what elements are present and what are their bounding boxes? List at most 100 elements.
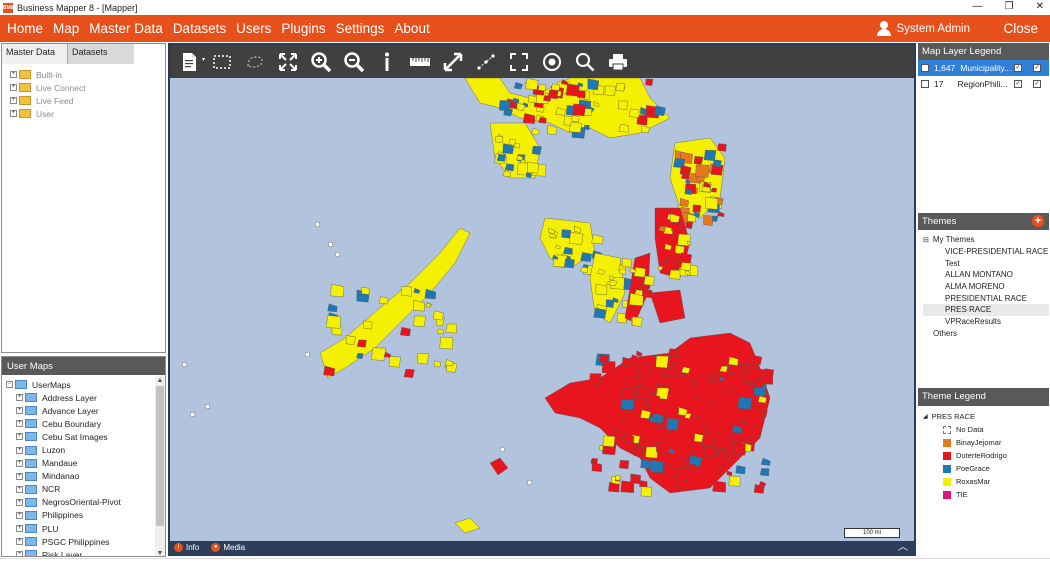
municipality[interactable] xyxy=(754,380,765,389)
layer-label-checkbox[interactable]: ✓ xyxy=(1033,64,1041,72)
municipality[interactable] xyxy=(739,416,748,424)
municipality[interactable] xyxy=(568,231,584,245)
user-menu[interactable]: System Admin xyxy=(876,15,970,42)
expand-icon[interactable]: + xyxy=(16,459,23,467)
municipality[interactable] xyxy=(433,360,442,368)
municipality[interactable] xyxy=(686,463,698,472)
tab-datasets[interactable]: Datasets xyxy=(68,44,134,64)
municipality[interactable] xyxy=(695,164,709,178)
municipality[interactable] xyxy=(563,246,573,255)
municipality[interactable] xyxy=(747,425,760,438)
municipality[interactable] xyxy=(624,374,639,387)
user-map-item[interactable]: + Luzon xyxy=(6,443,157,456)
municipality[interactable] xyxy=(735,465,746,475)
expand-icon[interactable]: + xyxy=(16,433,23,441)
user-map-item[interactable]: + NCR xyxy=(6,483,157,496)
user-map-item[interactable]: + Risk Layer xyxy=(6,548,157,556)
expand-icon[interactable]: + xyxy=(10,71,17,78)
municipality[interactable] xyxy=(689,380,698,388)
municipality[interactable] xyxy=(618,460,630,470)
municipality[interactable] xyxy=(601,360,616,374)
municipality[interactable] xyxy=(568,121,582,133)
municipality[interactable] xyxy=(632,316,643,327)
expand-icon[interactable]: + xyxy=(16,511,23,519)
user-map-item[interactable]: + Address Layer xyxy=(6,391,157,404)
islet[interactable] xyxy=(314,221,321,228)
municipality[interactable] xyxy=(658,226,666,232)
tree-item-live-feed[interactable]: + Live Feed xyxy=(10,94,165,107)
municipality[interactable] xyxy=(685,221,694,229)
municipality[interactable] xyxy=(436,328,444,335)
expand-icon[interactable]: + xyxy=(10,110,17,117)
theme-item[interactable]: VICE-PRESIDENTIAL RACE xyxy=(923,246,1049,258)
municipality[interactable] xyxy=(504,163,515,172)
theme-item[interactable]: ALLAN MONTANO xyxy=(923,269,1049,281)
municipality[interactable] xyxy=(370,347,386,361)
user-map-item[interactable]: + Advance Layer xyxy=(6,404,157,417)
municipality[interactable] xyxy=(728,475,741,487)
municipality[interactable] xyxy=(433,310,444,321)
municipality[interactable] xyxy=(495,136,503,144)
expand-icon[interactable]: + xyxy=(16,538,23,546)
zoom-in-icon[interactable] xyxy=(310,51,332,73)
municipality[interactable] xyxy=(577,90,586,99)
island-basilan[interactable] xyxy=(489,457,509,476)
municipality[interactable] xyxy=(621,387,635,401)
municipality[interactable] xyxy=(580,252,592,262)
islet[interactable] xyxy=(526,479,533,486)
municipality[interactable] xyxy=(547,125,558,136)
zoom-out-icon[interactable] xyxy=(343,51,365,73)
menu-plugins[interactable]: Plugins xyxy=(281,15,325,42)
maximize-icon[interactable]: ❐ xyxy=(1005,0,1014,14)
municipality[interactable] xyxy=(325,315,342,329)
close-button[interactable]: Close xyxy=(1003,15,1038,42)
municipality[interactable] xyxy=(712,215,719,222)
municipality[interactable] xyxy=(514,143,520,149)
islet[interactable] xyxy=(334,251,341,258)
municipality[interactable] xyxy=(633,448,643,457)
minimize-icon[interactable]: — xyxy=(973,0,983,14)
municipality[interactable] xyxy=(751,354,763,365)
islet[interactable] xyxy=(304,351,311,358)
menu-settings[interactable]: Settings xyxy=(336,15,385,42)
tree-item-user[interactable]: + User xyxy=(10,107,165,120)
municipality[interactable] xyxy=(673,457,686,470)
menu-map[interactable]: Map xyxy=(53,15,79,42)
menu-about[interactable]: About xyxy=(394,15,429,42)
expand-icon[interactable]: + xyxy=(10,84,17,91)
expand-icon[interactable]: + xyxy=(16,394,23,402)
user-map-item[interactable]: + NegrosOriental-Pivot xyxy=(6,496,157,509)
municipality[interactable] xyxy=(602,435,616,448)
municipality[interactable] xyxy=(363,320,373,330)
others-themes-group[interactable]: Others xyxy=(923,328,1049,340)
municipality[interactable] xyxy=(668,448,675,454)
expand-icon[interactable]: + xyxy=(16,498,23,506)
municipality[interactable] xyxy=(654,105,666,116)
municipality[interactable] xyxy=(703,446,716,458)
collapse-icon[interactable]: ⊟ xyxy=(923,236,929,244)
municipality[interactable] xyxy=(655,355,669,369)
municipality[interactable] xyxy=(618,124,629,133)
municipality[interactable] xyxy=(633,266,646,278)
municipality[interactable] xyxy=(680,252,693,264)
municipality[interactable] xyxy=(498,100,511,112)
municipality[interactable] xyxy=(630,354,638,361)
layer-select-checkbox[interactable] xyxy=(921,80,929,88)
islet[interactable] xyxy=(327,241,334,248)
scroll-thumb[interactable] xyxy=(156,386,164,526)
target-icon[interactable] xyxy=(541,51,563,73)
municipality[interactable] xyxy=(617,100,628,111)
municipality[interactable] xyxy=(589,373,602,385)
municipality[interactable] xyxy=(587,78,600,91)
layer-select-checkbox[interactable] xyxy=(921,64,929,72)
expand-icon[interactable]: + xyxy=(16,446,23,454)
collapse-icon[interactable]: − xyxy=(6,381,13,389)
municipality[interactable] xyxy=(400,326,411,337)
municipality[interactable] xyxy=(671,222,682,232)
municipality[interactable] xyxy=(703,149,717,161)
municipality[interactable] xyxy=(403,368,415,378)
expand-panel-icon[interactable]: ︿ xyxy=(898,541,908,554)
municipality[interactable] xyxy=(705,422,720,437)
municipality[interactable] xyxy=(759,409,768,418)
municipality[interactable] xyxy=(668,348,679,358)
